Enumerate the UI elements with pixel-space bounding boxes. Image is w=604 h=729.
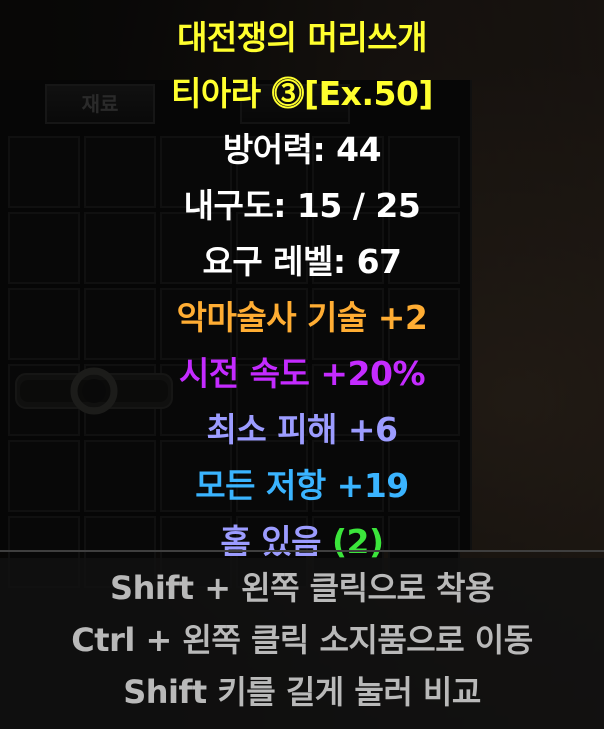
tooltip-hints: Shift + 왼쪽 클릭으로 착용 Ctrl + 왼쪽 클릭 소지품으로 이동… (0, 558, 604, 729)
item-defense: 방어력: 44 (222, 130, 382, 169)
stat-min-damage: 최소 피해 +6 (206, 410, 398, 449)
item-base-type: 티아라 ⓷[Ex.50] (170, 74, 434, 113)
item-required-level: 요구 레벨: 67 (202, 242, 402, 281)
hint-equip: Shift + 왼쪽 클릭으로 착용 (110, 569, 494, 607)
item-tooltip: 대전쟁의 머리쓰개 티아라 ⓷[Ex.50] 방어력: 44 내구도: 15 /… (0, 0, 604, 729)
item-name: 대전쟁의 머리쓰개 (177, 18, 427, 57)
sockets-count: (2) (331, 522, 384, 561)
hint-compare: Shift 키를 길게 눌러 비교 (123, 673, 481, 711)
stat-class-skill: 악마술사 기술 +2 (176, 298, 428, 337)
sockets-label: 홈 있음 (220, 522, 332, 561)
stat-resist-all: 모든 저항 +19 (195, 466, 409, 505)
tooltip-divider (0, 550, 604, 552)
hint-move-to-inventory: Ctrl + 왼쪽 클릭 소지품으로 이동 (71, 621, 533, 659)
stat-cast-speed: 시전 속도 +20% (178, 354, 426, 393)
item-durability: 내구도: 15 / 25 (183, 186, 421, 225)
